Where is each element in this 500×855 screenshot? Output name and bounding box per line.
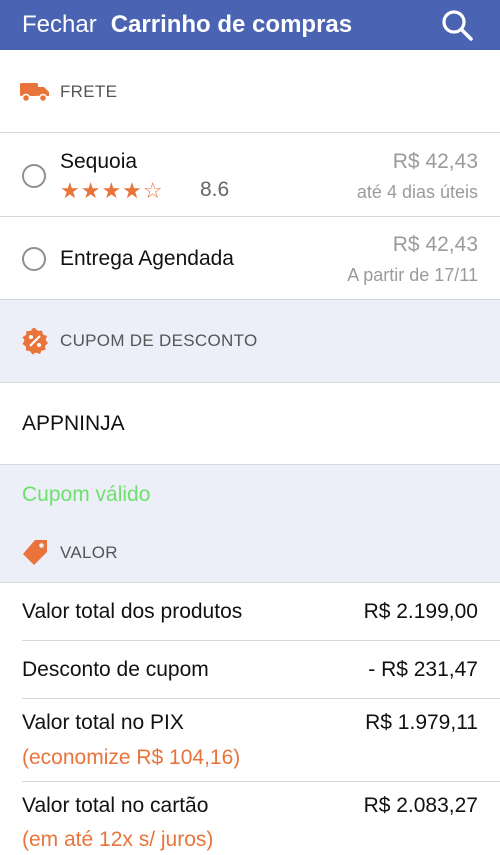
rating-value: 8.6 — [200, 178, 230, 201]
shipping-delivery-time: até 4 dias úteis — [356, 182, 478, 202]
summary-row-card-total: Valor total no cartão R$ 2.083,27 (em at… — [22, 782, 500, 855]
value-header-label: VALOR — [60, 543, 118, 562]
shipping-price: R$ 42,43 — [392, 150, 478, 173]
summary-row-coupon-discount: Desconto de cupom - R$ 231,47 — [22, 641, 500, 699]
summary-label: Valor total no PIX — [22, 711, 184, 734]
shipping-option-name: Sequoia — [60, 150, 138, 173]
shipping-delivery-time: A partir de 17/11 — [347, 265, 478, 285]
summary-amount: R$ 1.979,11 — [365, 711, 478, 734]
rating-stars: ★★★★☆ — [60, 178, 164, 203]
coupon-code-field[interactable]: APPNINJA — [0, 383, 500, 465]
close-button[interactable]: Fechar — [22, 11, 97, 39]
card-installments-note: (em até 12x s/ juros) — [22, 828, 214, 851]
page-title: Carrinho de compras — [110, 11, 353, 38]
shipping-option-name: Entrega Agendada — [60, 247, 234, 270]
search-icon[interactable] — [440, 8, 474, 42]
coupon-section-header: CUPOM DE DESCONTO — [0, 300, 500, 383]
summary-label: Valor total dos produtos — [22, 600, 243, 623]
summary-row-products-total: Valor total dos produtos R$ 2.199,00 — [22, 583, 500, 641]
coupon-header-label: CUPOM DE DESCONTO — [60, 331, 258, 350]
coupon-status: Cupom válido — [22, 483, 151, 506]
truck-icon — [20, 77, 50, 107]
coupon-code-value: APPNINJA — [22, 412, 125, 435]
radio-button[interactable] — [22, 247, 46, 271]
discount-badge-icon — [20, 326, 50, 356]
navigation-bar: Fechar Carrinho de compras — [0, 0, 500, 50]
pix-savings-note: (economize R$ 104,16) — [22, 746, 241, 769]
radio-button[interactable] — [22, 164, 46, 188]
shipping-option-sequoia[interactable]: Sequoia ★★★★☆ 8.6 R$ 42,43 até 4 dias út… — [0, 134, 500, 217]
summary-amount: - R$ 231,47 — [368, 658, 478, 681]
shipping-section-header: FRETE — [0, 51, 500, 133]
summary-row-pix-total: Valor total no PIX R$ 1.979,11 (economiz… — [22, 699, 500, 782]
summary-amount: R$ 2.083,27 — [363, 794, 478, 817]
shipping-option-scheduled[interactable]: Entrega Agendada R$ 42,43 A partir de 17… — [0, 217, 500, 300]
shipping-header-label: FRETE — [60, 81, 118, 101]
shipping-price: R$ 42,43 — [392, 233, 478, 256]
summary-amount: R$ 2.199,00 — [363, 600, 478, 623]
value-section-header: Cupom válido VALOR — [0, 465, 500, 583]
summary-label: Desconto de cupom — [22, 658, 209, 681]
summary-label: Valor total no cartão — [22, 794, 209, 817]
price-tag-icon — [20, 538, 50, 568]
